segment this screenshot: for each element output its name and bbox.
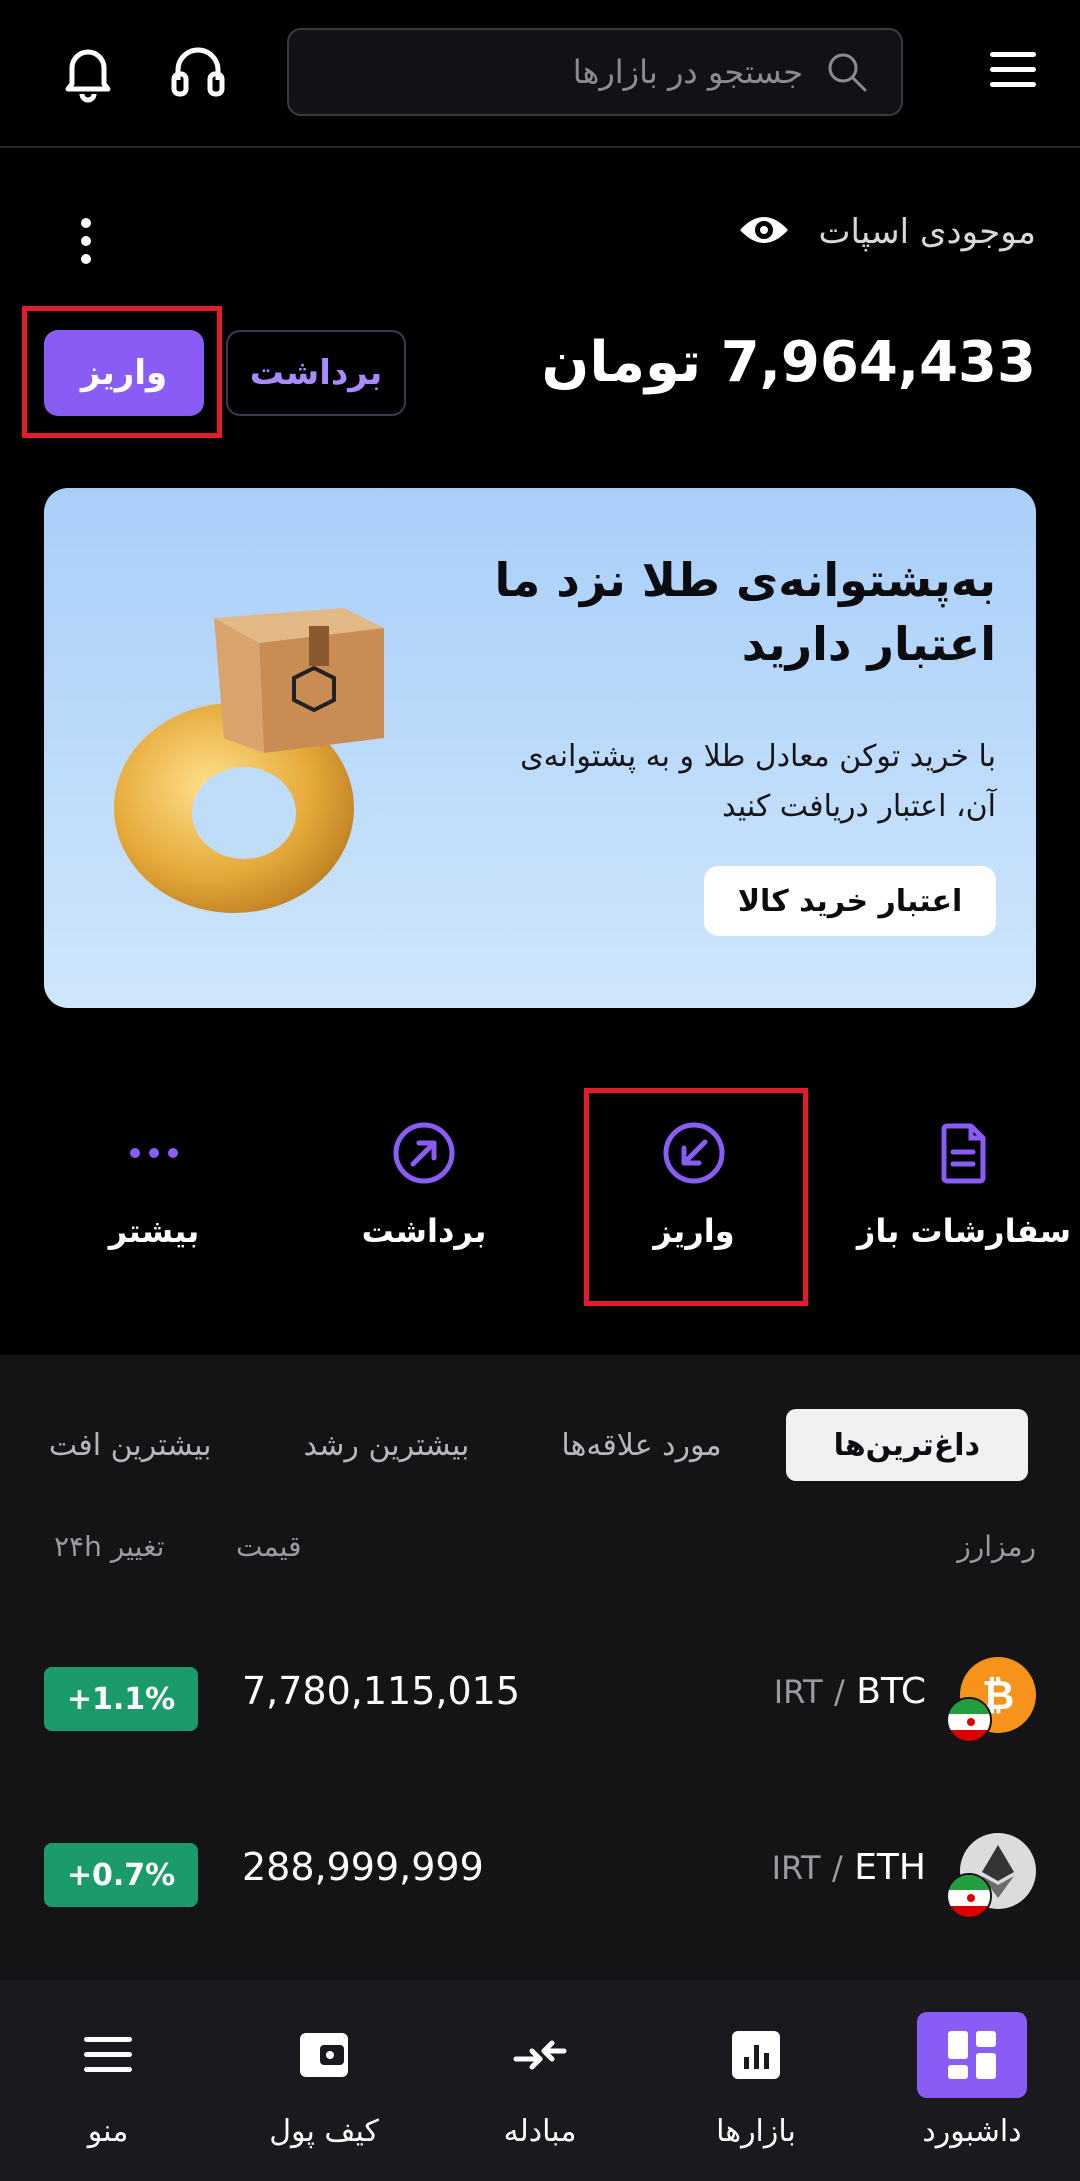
spot-balance-label: موجودی اسپات [818, 212, 1036, 252]
goods-credit-button[interactable]: اعتبار خرید کالا [704, 866, 996, 936]
more-options-icon[interactable] [78, 218, 94, 266]
quick-actions: سفارشات باز واریز برداشت بیشتر [0, 1120, 1080, 1260]
price-value: 288,999,999 [242, 1845, 484, 1889]
nav-exchange[interactable]: مبادله [432, 1980, 648, 2181]
document-icon [941, 1123, 986, 1184]
search-input[interactable]: جستجو در بازارها [287, 28, 903, 116]
column-asset: رمزارز [957, 1530, 1036, 1563]
nav-label: داشبورد [922, 2114, 1022, 2149]
change-badge: +1.1% [44, 1667, 198, 1731]
nav-markets[interactable]: بازارها [648, 1980, 864, 2181]
nav-label: کیف پول [269, 2114, 379, 2149]
more-action-label: بیشتر [108, 1212, 200, 1250]
tab-top-losers[interactable]: بیشترین افت [3, 1409, 258, 1481]
pair-label: IRT / BTC [773, 1671, 926, 1712]
dashboard-icon [948, 2031, 996, 2079]
headset-support-icon[interactable] [166, 40, 230, 104]
withdraw-action[interactable]: برداشت [314, 1120, 534, 1250]
open-orders-action[interactable]: سفارشات باز [854, 1120, 1074, 1250]
banner-description: با خرید توکن معادل طلا و به پشتوانه‌ی آن… [520, 739, 996, 824]
table-row[interactable]: ₿ IRT / BTC 7,780,115,015 +1.1% [0, 1645, 1080, 1755]
open-orders-label: سفارشات باز [856, 1212, 1072, 1250]
withdraw-action-label: برداشت [361, 1212, 487, 1250]
market-tabs: داغ‌ترین‌ها مورد علاقه‌ها بیشترین رشد بی… [3, 1409, 1028, 1481]
bottom-navigation: داشبورد بازارها مبادله کیف پول منو [0, 1980, 1080, 2181]
pair-label: IRT / ETH [771, 1847, 926, 1888]
nav-label: منو [87, 2114, 129, 2149]
nav-dashboard[interactable]: داشبورد [864, 1980, 1080, 2181]
markets-chart-icon [732, 2031, 780, 2079]
exchange-arrows-icon [513, 2040, 567, 2070]
nav-menu[interactable]: منو [0, 1980, 216, 2181]
tab-top-gainers[interactable]: بیشترین رشد [258, 1409, 516, 1481]
gold-credit-banner[interactable]: به‌پشتوانه‌ی طلا نزد ما اعتبار دارید با … [44, 488, 1036, 1008]
deposit-highlight-box [22, 306, 222, 438]
menu-icon [84, 2037, 132, 2072]
banner-title: به‌پشتوانه‌ی طلا نزد ما اعتبار دارید [494, 553, 996, 671]
iran-flag-icon [946, 1873, 992, 1919]
iran-flag-icon [946, 1697, 992, 1743]
price-value: 7,780,115,015 [242, 1669, 521, 1713]
change-badge: +0.7% [44, 1843, 198, 1907]
table-row[interactable]: IRT / ETH 288,999,999 +0.7% [0, 1821, 1080, 1931]
withdraw-button[interactable]: برداشت [226, 330, 406, 416]
eye-visibility-icon[interactable] [737, 210, 791, 254]
balance-amount: 7,964,433 تومان [541, 330, 1036, 395]
nav-wallet[interactable]: کیف پول [216, 1980, 432, 2181]
gold-ring-box-illustration [94, 598, 424, 928]
market-panel: داغ‌ترین‌ها مورد علاقه‌ها بیشترین رشد بی… [0, 1355, 1080, 1980]
withdraw-arrow-icon [393, 1122, 455, 1184]
nav-label: بازارها [716, 2114, 796, 2149]
hamburger-menu-icon[interactable] [990, 52, 1036, 92]
nav-label: مبادله [503, 2114, 577, 2149]
deposit-action-highlight-box [584, 1088, 808, 1306]
search-icon [825, 50, 869, 94]
column-price: قیمت [236, 1530, 302, 1563]
bell-notification-icon[interactable] [56, 40, 120, 104]
wallet-icon [300, 2033, 348, 2077]
more-dots-icon [130, 1148, 178, 1158]
top-header: جستجو در بازارها [0, 0, 1080, 148]
balance-header: موجودی اسپات [737, 210, 1036, 254]
more-action[interactable]: بیشتر [44, 1120, 264, 1250]
tab-favorites[interactable]: مورد علاقه‌ها [515, 1409, 767, 1481]
search-placeholder: جستجو در بازارها [572, 53, 803, 91]
column-change: تغییر ۲۴h [54, 1530, 165, 1563]
tab-hottest[interactable]: داغ‌ترین‌ها [785, 1409, 1028, 1481]
